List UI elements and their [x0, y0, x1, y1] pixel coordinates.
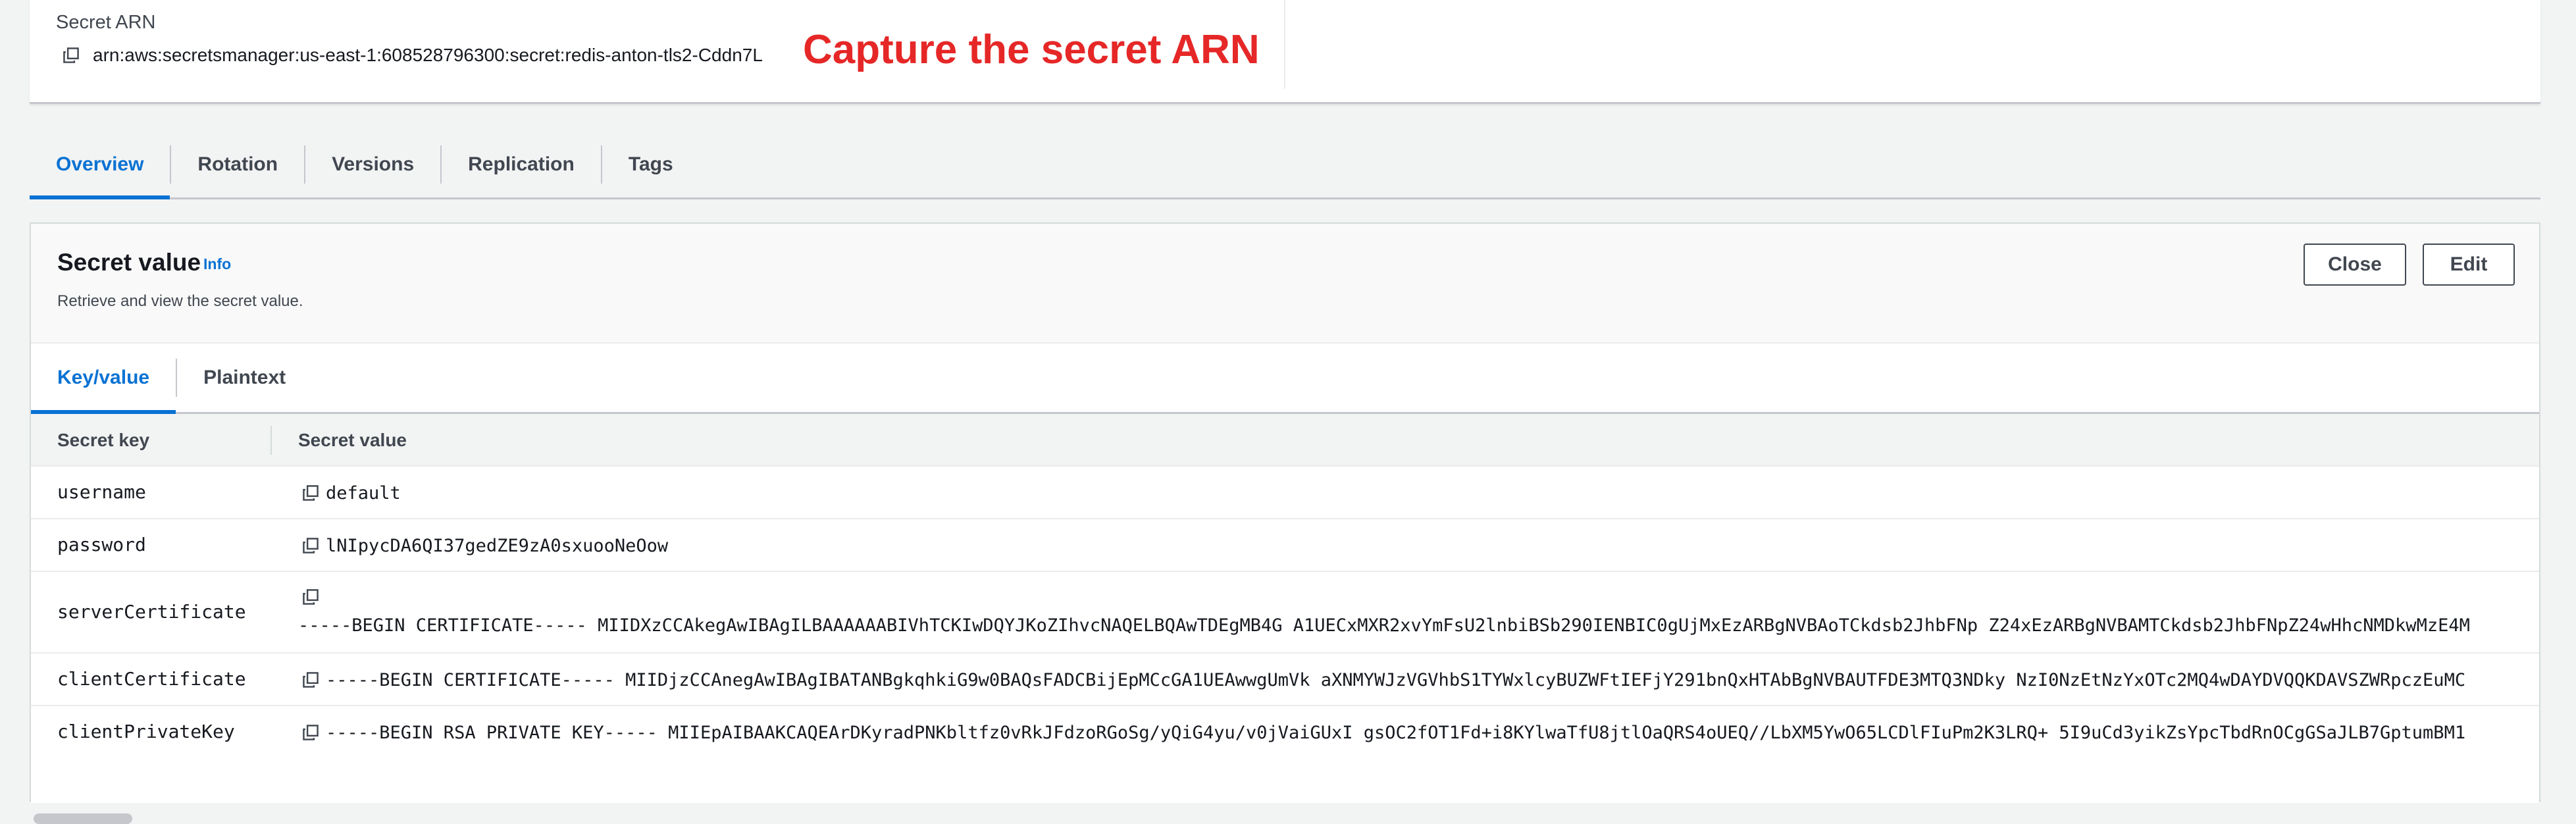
- card-header: Secret value Info Retrieve and view the …: [31, 224, 2539, 342]
- secret-value-cell: default: [302, 480, 401, 506]
- table-row: username default: [31, 467, 2539, 519]
- tab-rotation[interactable]: Rotation: [171, 132, 304, 197]
- secret-arn-row: arn:aws:secretsmanager:us-east-1:6085287…: [63, 41, 763, 70]
- main-tabs: Overview Rotation Versions Replication T…: [30, 132, 2540, 199]
- column-separator[interactable]: [270, 426, 272, 455]
- tab-key-value[interactable]: Key/value: [31, 344, 176, 414]
- annotation-text: Capture the secret ARN: [803, 27, 1260, 72]
- secret-value-cell: -----BEGIN RSA PRIVATE KEY----- MIIEpAIB…: [302, 719, 2465, 746]
- copy-icon[interactable]: [302, 588, 319, 605]
- panel-divider: [1284, 0, 1285, 89]
- table-header: Secret key Secret value: [31, 414, 2539, 467]
- column-header-secret-key: Secret key: [57, 430, 150, 450]
- secret-value-text: lNIpycDA6QI37gedZE9zA0sxuooNeOow: [326, 535, 669, 556]
- table-row: clientCertificate -----BEGIN CERTIFICATE…: [31, 654, 2539, 706]
- secret-value-text: -----BEGIN CERTIFICATE----- MIIDjzCCAneg…: [326, 669, 2466, 690]
- copy-icon[interactable]: [63, 47, 80, 64]
- info-link[interactable]: Info: [203, 255, 231, 273]
- tab-tags[interactable]: Tags: [602, 132, 700, 197]
- secret-arn-value: arn:aws:secretsmanager:us-east-1:6085287…: [93, 45, 763, 65]
- secret-table: Secret key Secret value username default…: [31, 414, 2539, 803]
- secret-value-tabs: Key/value Plaintext: [31, 342, 2539, 414]
- secret-key: password: [57, 534, 146, 555]
- secret-value-text: -----BEGIN RSA PRIVATE KEY----- MIIEpAIB…: [326, 722, 2466, 743]
- secret-value-cell: -----BEGIN CERTIFICATE----- MIIDjzCCAneg…: [302, 667, 2465, 693]
- table-row: clientPrivateKey -----BEGIN RSA PRIVATE …: [31, 706, 2539, 759]
- secret-arn-label: Secret ARN: [56, 12, 156, 33]
- secret-key: clientCertificate: [57, 668, 246, 690]
- horizontal-scrollbar[interactable]: [34, 813, 132, 824]
- column-header-secret-value: Secret value: [298, 430, 407, 450]
- card-title: Secret value: [57, 249, 201, 276]
- tab-plaintext[interactable]: Plaintext: [177, 344, 312, 412]
- close-button[interactable]: Close: [2304, 244, 2406, 286]
- tab-overview[interactable]: Overview: [30, 132, 170, 199]
- secret-key: serverCertificate: [57, 601, 246, 623]
- copy-icon[interactable]: [302, 537, 319, 554]
- secret-value-cell: lNIpycDA6QI37gedZE9zA0sxuooNeOow: [302, 532, 668, 559]
- secret-value-card: Secret value Info Retrieve and view the …: [30, 222, 2540, 824]
- tab-versions[interactable]: Versions: [305, 132, 440, 197]
- tab-replication[interactable]: Replication: [442, 132, 601, 197]
- card-description: Retrieve and view the secret value.: [57, 292, 303, 310]
- secret-value-text: -----BEGIN CERTIFICATE----- MIIDXzCCAkeg…: [298, 615, 2470, 636]
- secret-value-text: default: [326, 482, 401, 503]
- secret-key: username: [57, 481, 146, 503]
- edit-button[interactable]: Edit: [2423, 244, 2515, 286]
- secret-arn-panel: Secret ARN arn:aws:secretsmanager:us-eas…: [30, 0, 2540, 104]
- table-row: serverCertificate -----BEGIN CERTIFICATE…: [31, 572, 2539, 654]
- table-row: password lNIpycDA6QI37gedZE9zA0sxuooNeOo…: [31, 519, 2539, 572]
- secret-key: clientPrivateKey: [57, 721, 235, 742]
- copy-icon[interactable]: [302, 484, 319, 502]
- copy-icon[interactable]: [302, 724, 319, 741]
- copy-icon[interactable]: [302, 671, 319, 688]
- secret-value-cell: -----BEGIN CERTIFICATE----- MIIDXzCCAkeg…: [298, 584, 2470, 636]
